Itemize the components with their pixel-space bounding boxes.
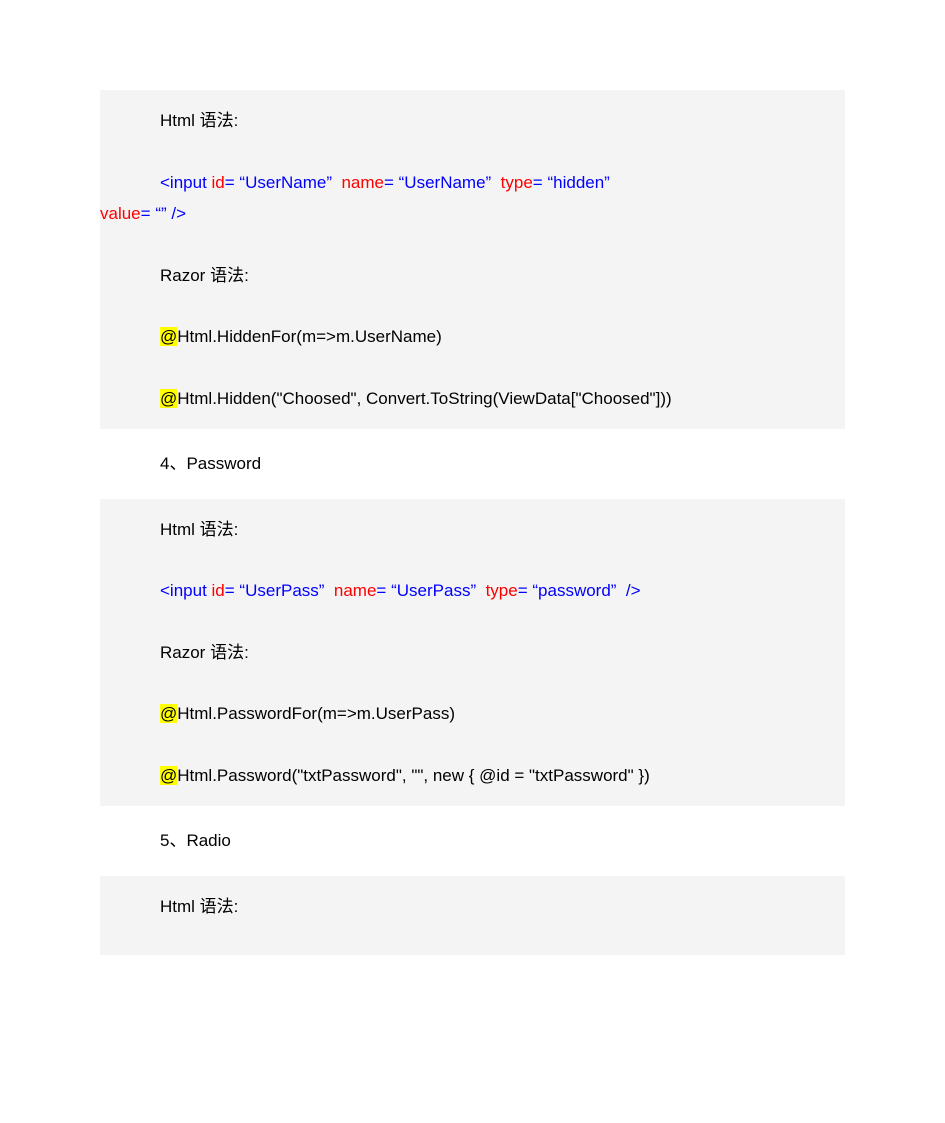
eq: = xyxy=(533,173,543,192)
attr-id: id xyxy=(212,581,225,600)
html-input-line-2: <input id= “UserPass” name= “UserPass” t… xyxy=(100,578,845,604)
at-symbol: @ xyxy=(160,389,177,408)
razor-line-3: @Html.PasswordFor(m=>m.UserPass) xyxy=(100,701,845,727)
val-empty: “” xyxy=(155,204,166,223)
val-hidden: “hidden” xyxy=(547,173,609,192)
at-symbol: @ xyxy=(160,704,177,723)
section-password: 4、Password xyxy=(100,451,845,477)
razor-line-2: @Html.Hidden("Choosed", Convert.ToString… xyxy=(100,386,845,412)
code-block-1: Html 语法: <input id= “UserName” name= “Us… xyxy=(100,90,845,429)
eq: = xyxy=(384,173,394,192)
eq: = xyxy=(225,581,235,600)
input-close: /> xyxy=(171,204,186,223)
eq: = xyxy=(518,581,528,600)
razor-line-1: @Html.HiddenFor(m=>m.UserName) xyxy=(100,324,845,350)
input-close: /> xyxy=(626,581,641,600)
eq: = xyxy=(376,581,386,600)
html-syntax-label: Html 语法: xyxy=(100,108,845,134)
attr-type: type xyxy=(501,173,533,192)
html-syntax-label-3: Html 语法: xyxy=(100,894,845,920)
razor-code-3: Html.PasswordFor(m=>m.UserPass) xyxy=(177,704,455,723)
attr-name: name xyxy=(341,173,384,192)
razor-code-1: Html.HiddenFor(m=>m.UserName) xyxy=(177,327,442,346)
attr-type: type xyxy=(486,581,518,600)
section-radio: 5、Radio xyxy=(100,828,845,854)
val-password: “password” xyxy=(532,581,616,600)
razor-line-4: @Html.Password("txtPassword", "", new { … xyxy=(100,763,845,789)
html-input-line: <input id= “UserName” name= “UserName” t… xyxy=(100,170,845,196)
val-username: “UserName” xyxy=(239,173,332,192)
at-symbol: @ xyxy=(160,766,177,785)
eq: = xyxy=(141,204,151,223)
val-username2: “UserName” xyxy=(399,173,492,192)
attr-id: id xyxy=(212,173,225,192)
val-userpass2: “UserPass” xyxy=(391,581,476,600)
val-userpass: “UserPass” xyxy=(239,581,324,600)
eq: = xyxy=(225,173,235,192)
attr-name: name xyxy=(334,581,377,600)
html-input-continuation: value= “” /> xyxy=(100,201,845,227)
razor-syntax-label-2: Razor 语法: xyxy=(100,640,845,666)
input-open: <input xyxy=(160,173,212,192)
attr-value: value xyxy=(100,204,141,223)
razor-code-4: Html.Password("txtPassword", "", new { @… xyxy=(177,766,649,785)
razor-code-2: Html.Hidden("Choosed", Convert.ToString(… xyxy=(177,389,671,408)
html-syntax-label-2: Html 语法: xyxy=(100,517,845,543)
at-symbol: @ xyxy=(160,327,177,346)
razor-syntax-label: Razor 语法: xyxy=(100,263,845,289)
input-open: <input xyxy=(160,581,212,600)
code-block-3: Html 语法: xyxy=(100,876,845,956)
code-block-2: Html 语法: <input id= “UserPass” name= “Us… xyxy=(100,499,845,807)
